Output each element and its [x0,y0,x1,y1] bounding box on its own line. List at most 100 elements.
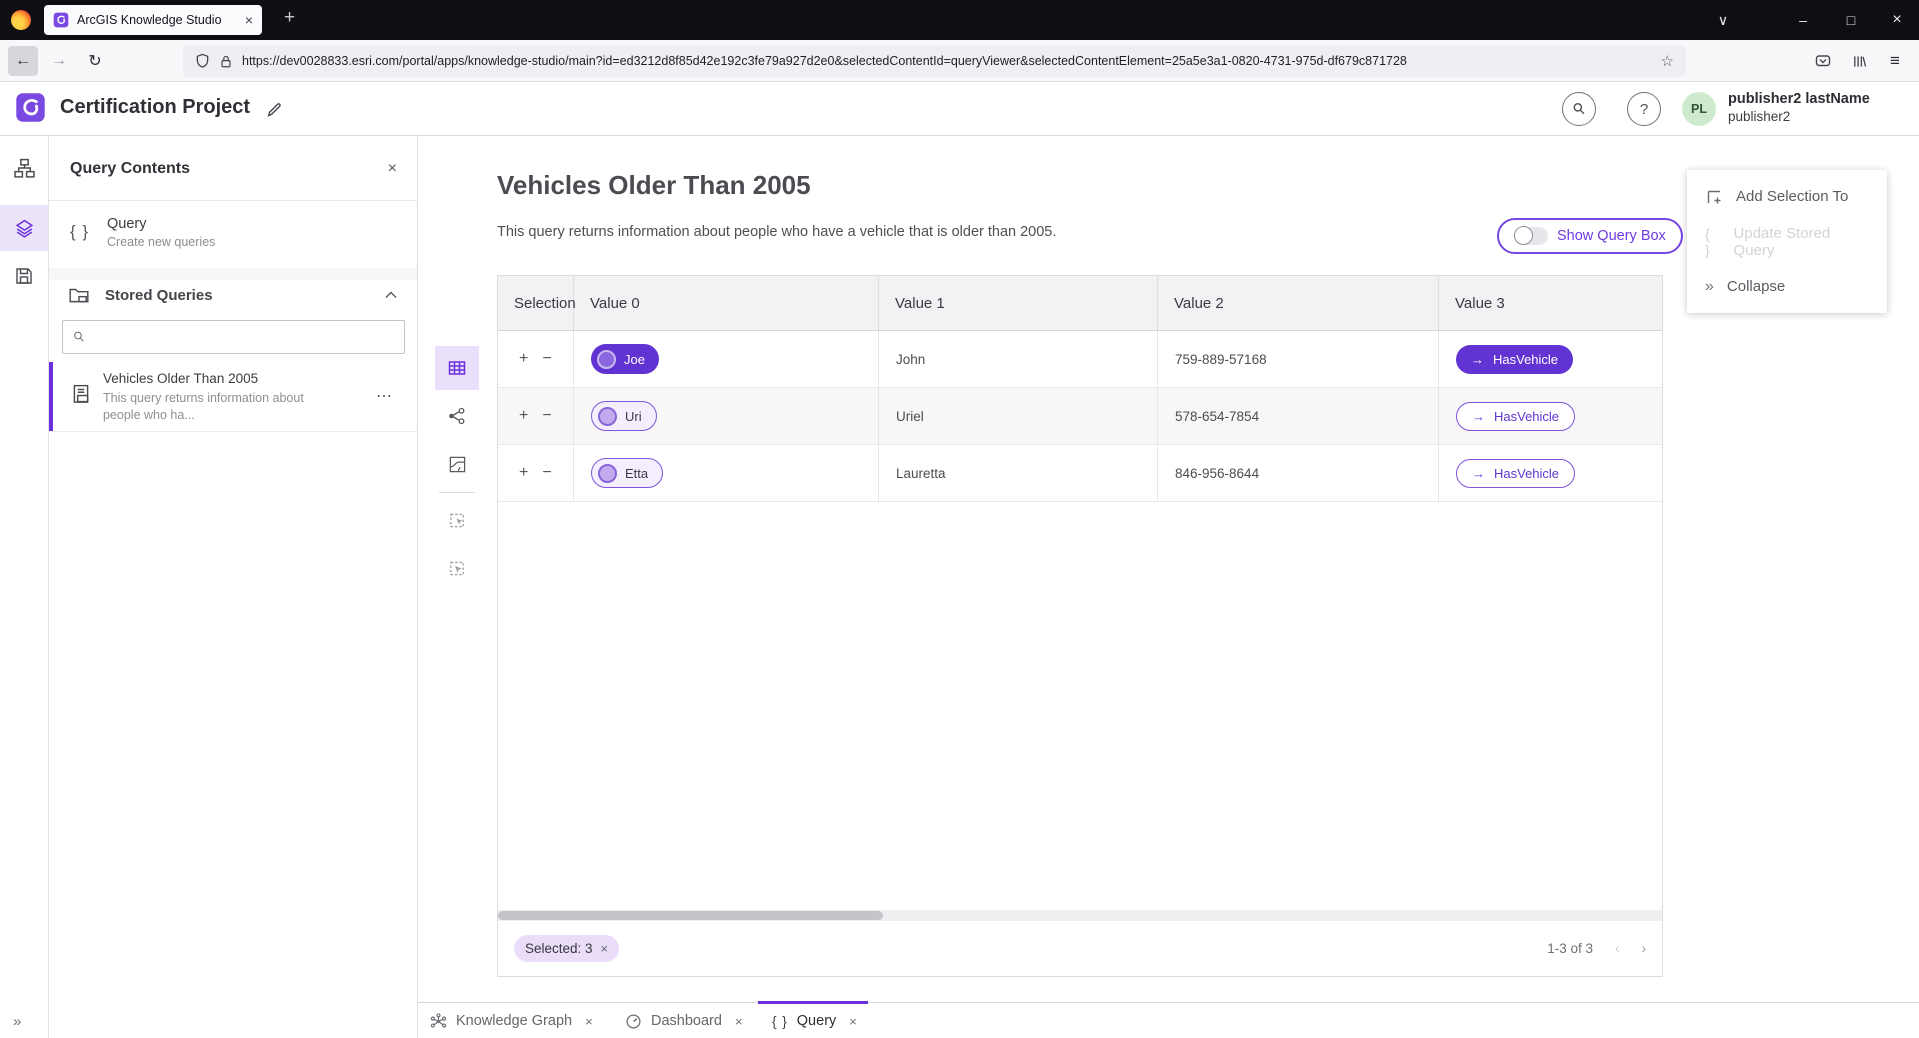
reload-button[interactable]: ↻ [80,46,110,76]
pocket-icon[interactable] [1808,46,1838,76]
rail-item-data-model[interactable] [0,145,48,191]
help-button[interactable]: ? [1627,92,1661,126]
braces-icon: { } [772,1014,788,1029]
query-viewer: Vehicles Older Than 2005 This query retu… [418,136,1919,1002]
map-icon [448,455,467,474]
tab-close-icon[interactable]: × [849,1014,857,1029]
page-title: Vehicles Older Than 2005 [497,170,811,201]
query-item[interactable]: { } Query Create new queries [49,200,417,268]
tab-query[interactable]: { } Query × [772,1003,857,1038]
hamburger-menu-icon[interactable]: ≡ [1880,46,1910,76]
stored-queries-search[interactable] [62,320,405,354]
entity-pill[interactable]: Etta [591,458,663,488]
new-tab-button[interactable]: + [284,7,295,29]
bookmark-star-icon[interactable]: ☆ [1661,52,1674,70]
entity-pill[interactable]: Uri [591,401,657,431]
forward-button[interactable]: → [44,46,74,76]
add-to-map-button[interactable] [435,498,479,542]
query-item-title: Query [107,216,215,232]
view-map-button[interactable] [435,442,479,486]
column-header-value2[interactable]: Value 2 [1158,276,1439,330]
cell-value2: 578-654-7854 [1158,388,1439,444]
user-name: publisher2 lastName [1728,91,1870,107]
show-query-box-toggle[interactable]: Show Query Box [1497,218,1683,254]
arrow-right-icon: → [1472,466,1485,481]
table-row: + − Joe John 759-889-57168 →HasVehicle [498,331,1662,388]
item-options-icon[interactable]: ⋯ [376,386,393,406]
tab-close-icon[interactable]: × [245,12,253,28]
braces-icon: { } [70,222,89,242]
column-header-selection[interactable]: Selection [498,276,574,330]
entity-pill[interactable]: Joe [591,344,659,374]
window-minimize-button[interactable]: – [1781,0,1825,40]
map-selection-icon [448,511,467,530]
tab-close-icon[interactable]: × [735,1014,743,1029]
search-button[interactable] [1562,92,1596,126]
next-page-icon[interactable]: › [1642,941,1647,956]
tab-title: ArcGIS Knowledge Studio [77,13,237,27]
select-area-button[interactable] [435,546,479,590]
select-plus-button[interactable]: + [519,407,528,425]
query-contents-panel: Query Contents × { } Query Create new qu… [49,136,418,1038]
window-close-button[interactable]: × [1875,0,1919,40]
panel-close-icon[interactable]: × [388,160,397,178]
relationship-pill[interactable]: →HasVehicle [1456,402,1575,431]
library-icon[interactable] [1844,46,1874,76]
search-input[interactable] [94,330,395,345]
avatar[interactable]: PL [1682,92,1716,126]
menu-item-update-stored-query: { } Update Stored Query [1687,219,1887,264]
entity-dot-icon [598,407,617,426]
table-row: + − Uri Uriel 578-654-7854 →HasVehicle [498,388,1662,445]
cell-value2: 846-956-8644 [1158,445,1439,501]
relationship-pill[interactable]: →HasVehicle [1456,345,1573,374]
prev-page-icon[interactable]: ‹ [1615,941,1620,956]
chevron-up-icon[interactable] [385,291,397,299]
list-tabs-icon[interactable]: ∨ [1701,0,1745,40]
tab-close-icon[interactable]: × [585,1014,593,1029]
stored-query-item[interactable]: Vehicles Older Than 2005 This query retu… [49,362,417,431]
tab-knowledge-graph[interactable]: Knowledge Graph × [430,1003,593,1038]
dashed-select-icon [448,559,467,578]
browser-tab[interactable]: ArcGIS Knowledge Studio × [44,5,262,35]
rail-item-save[interactable] [0,253,48,299]
lock-icon[interactable] [219,54,233,69]
panel-title: Query Contents [70,160,190,178]
selected-count-chip[interactable]: Selected: 3 × [514,935,619,962]
view-link-chart-button[interactable] [435,394,479,438]
deselect-minus-button[interactable]: − [542,464,551,482]
firefox-icon[interactable] [11,10,31,30]
stored-queries-header[interactable]: Stored Queries [49,280,417,314]
select-plus-button[interactable]: + [519,464,528,482]
expand-rail-icon[interactable]: » [13,1013,21,1030]
share-network-icon [447,406,467,426]
app-window: ArcGIS Knowledge Studio × + ∨ – □ × ← → … [0,0,1919,1038]
stored-query-title: Vehicles Older Than 2005 [103,371,258,386]
view-table-button[interactable] [435,346,479,390]
url-bar[interactable]: https://dev0028833.esri.com/portal/apps/… [183,45,1686,77]
deselect-minus-button[interactable]: − [542,407,551,425]
select-plus-button[interactable]: + [519,350,528,368]
tracking-shield-icon[interactable] [195,53,210,69]
back-button[interactable]: ← [8,46,38,76]
deselect-minus-button[interactable]: − [542,350,551,368]
entity-dot-icon [597,350,616,369]
rail-item-contents[interactable] [0,205,48,251]
project-title: Certification Project [60,96,250,119]
horizontal-scrollbar[interactable] [498,910,1662,921]
menu-item-collapse[interactable]: » Collapse [1687,264,1887,309]
toggle-track[interactable] [1514,227,1548,245]
clear-selection-icon[interactable]: × [601,941,609,956]
stored-queries-title: Stored Queries [105,287,213,304]
relationship-pill[interactable]: →HasVehicle [1456,459,1575,488]
column-header-value0[interactable]: Value 0 [574,276,879,330]
dashboard-gauge-icon [625,1013,642,1030]
edit-pencil-icon[interactable] [266,101,283,118]
tab-dashboard[interactable]: Dashboard × [625,1003,743,1038]
column-header-value1[interactable]: Value 1 [879,276,1158,330]
window-maximize-button[interactable]: □ [1829,0,1873,40]
column-header-value3[interactable]: Value 3 [1439,276,1663,330]
menu-item-add-selection-to[interactable]: Add Selection To [1687,174,1887,219]
bottom-tab-bar: Knowledge Graph × Dashboard × { } Query … [418,1002,1919,1038]
url-text[interactable]: https://dev0028833.esri.com/portal/apps/… [242,54,1652,68]
scrollbar-thumb[interactable] [498,911,883,920]
